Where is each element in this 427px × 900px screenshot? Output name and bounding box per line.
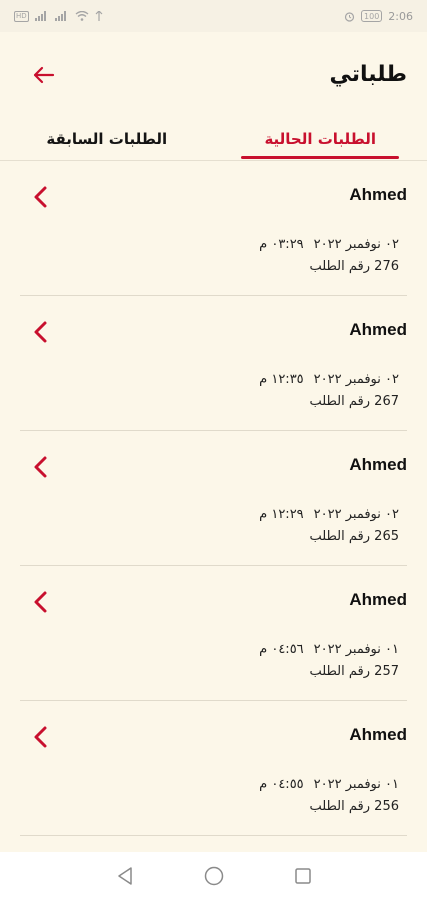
app-header: طلباتي xyxy=(0,32,427,117)
order-number: 276 رقم الطلب xyxy=(309,259,399,274)
tab-current-orders[interactable]: الطلبات الحالية xyxy=(214,122,427,162)
wifi-icon xyxy=(75,11,89,21)
order-datetime: ٠١ نوفمبر ٢٠٢٢ ٠٤:٥٦ م xyxy=(259,642,399,657)
order-date: ٠٢ نوفمبر ٢٠٢٢ xyxy=(313,372,399,387)
back-button[interactable] xyxy=(30,61,58,89)
order-date: ٠٢ نوفمبر ٢٠٢٢ xyxy=(313,237,399,252)
hd-badge: HD xyxy=(14,10,29,22)
tab-previous-orders-label: الطلبات السابقة xyxy=(46,130,168,148)
customer-name: Ahmed xyxy=(349,185,407,204)
home-circle-icon xyxy=(204,866,223,886)
order-time: ١٢:٣٥ م xyxy=(259,372,304,387)
order-number: 257 رقم الطلب xyxy=(309,664,399,679)
order-number: 256 رقم الطلب xyxy=(309,799,399,814)
chevron-left-icon[interactable] xyxy=(30,590,52,614)
customer-name: Ahmed xyxy=(349,725,407,744)
customer-name: Ahmed xyxy=(349,320,407,339)
active-tab-indicator xyxy=(241,156,400,159)
chevron-left-icon[interactable] xyxy=(30,185,52,209)
order-time: ٠٣:٢٩ م xyxy=(259,237,304,252)
nav-home-button[interactable] xyxy=(200,862,228,890)
tabs: الطلبات الحالية الطلبات السابقة xyxy=(0,122,427,162)
arrow-left-icon xyxy=(33,66,55,83)
back-triangle-icon xyxy=(117,867,132,885)
order-datetime: ٠١ نوفمبر ٢٠٢٢ ٠٤:٥٥ م xyxy=(259,777,399,792)
order-item[interactable]: Ahmed ٠١ نوفمبر ٢٠٢٢ ٠٤:٥٦ م 257 رقم الط… xyxy=(0,566,427,701)
order-item[interactable]: Ahmed ٠١ نوفمبر ٢٠٢٢ ٠٤:٥٥ م 256 رقم الط… xyxy=(0,701,427,836)
signal-icon-2 xyxy=(54,11,66,21)
order-number: 265 رقم الطلب xyxy=(309,529,399,544)
order-datetime: ٠٢ نوفمبر ٢٠٢٢ ٠٣:٢٩ م xyxy=(259,237,399,252)
usb-icon xyxy=(95,11,103,21)
order-time: ٠٤:٥٦ م xyxy=(259,642,304,657)
recents-square-icon xyxy=(294,868,311,884)
order-datetime: ٠٢ نوفمبر ٢٠٢٢ ١٢:٢٩ م xyxy=(259,507,399,522)
alarm-icon xyxy=(344,11,355,22)
status-left: HD xyxy=(14,10,103,22)
order-time: ٠٤:٥٥ م xyxy=(259,777,304,792)
nav-recents-button[interactable] xyxy=(289,862,317,890)
order-item[interactable]: Ahmed ٠٢ نوفمبر ٢٠٢٢ ١٢:٣٥ م 267 رقم الط… xyxy=(0,296,427,431)
signal-icon xyxy=(34,11,46,21)
order-number: 267 رقم الطلب xyxy=(309,394,399,409)
order-date: ٠١ نوفمبر ٢٠٢٢ xyxy=(313,642,399,657)
chevron-left-icon[interactable] xyxy=(30,455,52,479)
status-time: 2:06 xyxy=(388,9,413,23)
status-right: 100 2:06 xyxy=(344,10,413,23)
order-date: ٠٢ نوفمبر ٢٠٢٢ xyxy=(313,507,399,522)
page-title: طلباتي xyxy=(329,62,407,87)
tab-previous-orders[interactable]: الطلبات السابقة xyxy=(0,122,214,162)
customer-name: Ahmed xyxy=(349,590,407,609)
divider xyxy=(20,835,407,836)
chevron-left-icon[interactable] xyxy=(30,725,52,749)
nav-back-button[interactable] xyxy=(111,862,139,890)
order-date: ٠١ نوفمبر ٢٠٢٢ xyxy=(313,777,399,792)
chevron-left-icon[interactable] xyxy=(30,320,52,344)
order-item[interactable]: Ahmed ٠٢ نوفمبر ٢٠٢٢ ٠٣:٢٩ م 276 رقم الط… xyxy=(0,161,427,296)
battery-indicator: 100 xyxy=(361,10,383,22)
customer-name: Ahmed xyxy=(349,455,407,474)
system-nav-bar xyxy=(0,852,427,900)
order-datetime: ٠٢ نوفمبر ٢٠٢٢ ١٢:٣٥ م xyxy=(259,372,399,387)
orders-list: Ahmed ٠٢ نوفمبر ٢٠٢٢ ٠٣:٢٩ م 276 رقم الط… xyxy=(0,161,427,836)
order-time: ١٢:٢٩ م xyxy=(259,507,304,522)
status-bar: HD 100 2:06 xyxy=(0,0,427,32)
order-item[interactable]: Ahmed ٠٢ نوفمبر ٢٠٢٢ ١٢:٢٩ م 265 رقم الط… xyxy=(0,431,427,566)
tab-current-orders-label: الطلبات الحالية xyxy=(264,130,377,148)
